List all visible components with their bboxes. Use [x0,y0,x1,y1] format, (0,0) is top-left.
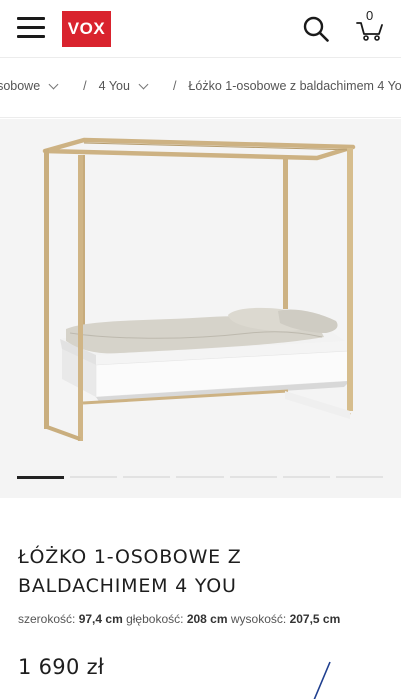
search-icon[interactable] [303,16,329,42]
breadcrumb-label: 1-osobowe [0,79,41,93]
menu-icon-bar [17,26,45,29]
gallery-dot[interactable] [70,476,118,478]
breadcrumb-label: Łóżko 1-osobowe z baldachimem 4 You [188,79,401,93]
menu-icon-bar [17,17,45,20]
logo-text: VOX [67,19,106,38]
breadcrumb-separator: / [172,79,177,93]
vox-logo[interactable]: VOX [62,11,111,47]
depth-label: głębokość: [126,612,184,626]
breadcrumb-item-current: Łóżko 1-osobowe z baldachimem 4 You [188,79,401,93]
breadcrumb-item-category[interactable]: 1-osobowe [0,79,69,93]
gallery-dot[interactable] [229,476,277,478]
product-title: ŁÓŻKO 1-OSOBOWE Z BALDACHIMEM 4 YOU [18,546,242,597]
gallery-pagination [17,476,383,479]
menu-icon-bar [17,35,45,38]
depth-value: 208 cm [186,612,228,626]
width-label: szerokość: [18,612,76,626]
menu-icon[interactable] [17,16,45,38]
product-dimensions: szerokość: 97,4 cm głębokość: 208 cm wys… [18,612,340,626]
top-header: VOX 0 [0,0,401,58]
breadcrumb-label: 4 You [98,79,130,93]
decorative-line [313,661,331,699]
cart-icon [356,22,383,41]
product-price: 1 690 zł [18,655,105,679]
gallery-dot[interactable] [123,476,171,478]
product-image-canopy-bed [42,137,356,441]
width-value: 97,4 cm [78,612,123,626]
height-label: wysokość: [230,612,287,626]
breadcrumb-item-collection[interactable]: 4 You [99,79,159,93]
chevron-down-icon [138,79,149,89]
product-image-gallery[interactable] [0,119,401,498]
breadcrumb-separator: / [83,79,87,93]
gallery-dot[interactable] [176,476,224,478]
height-value: 207,5 cm [289,612,341,626]
breadcrumb: 1-osobowe / 4 You / Łóżko 1-osobowe z ba… [0,58,401,118]
cart-button[interactable]: 0 [356,8,384,42]
gallery-dot[interactable] [17,476,65,479]
chevron-down-icon [48,79,59,89]
gallery-dot[interactable] [282,476,330,478]
gallery-dot[interactable] [335,476,383,478]
